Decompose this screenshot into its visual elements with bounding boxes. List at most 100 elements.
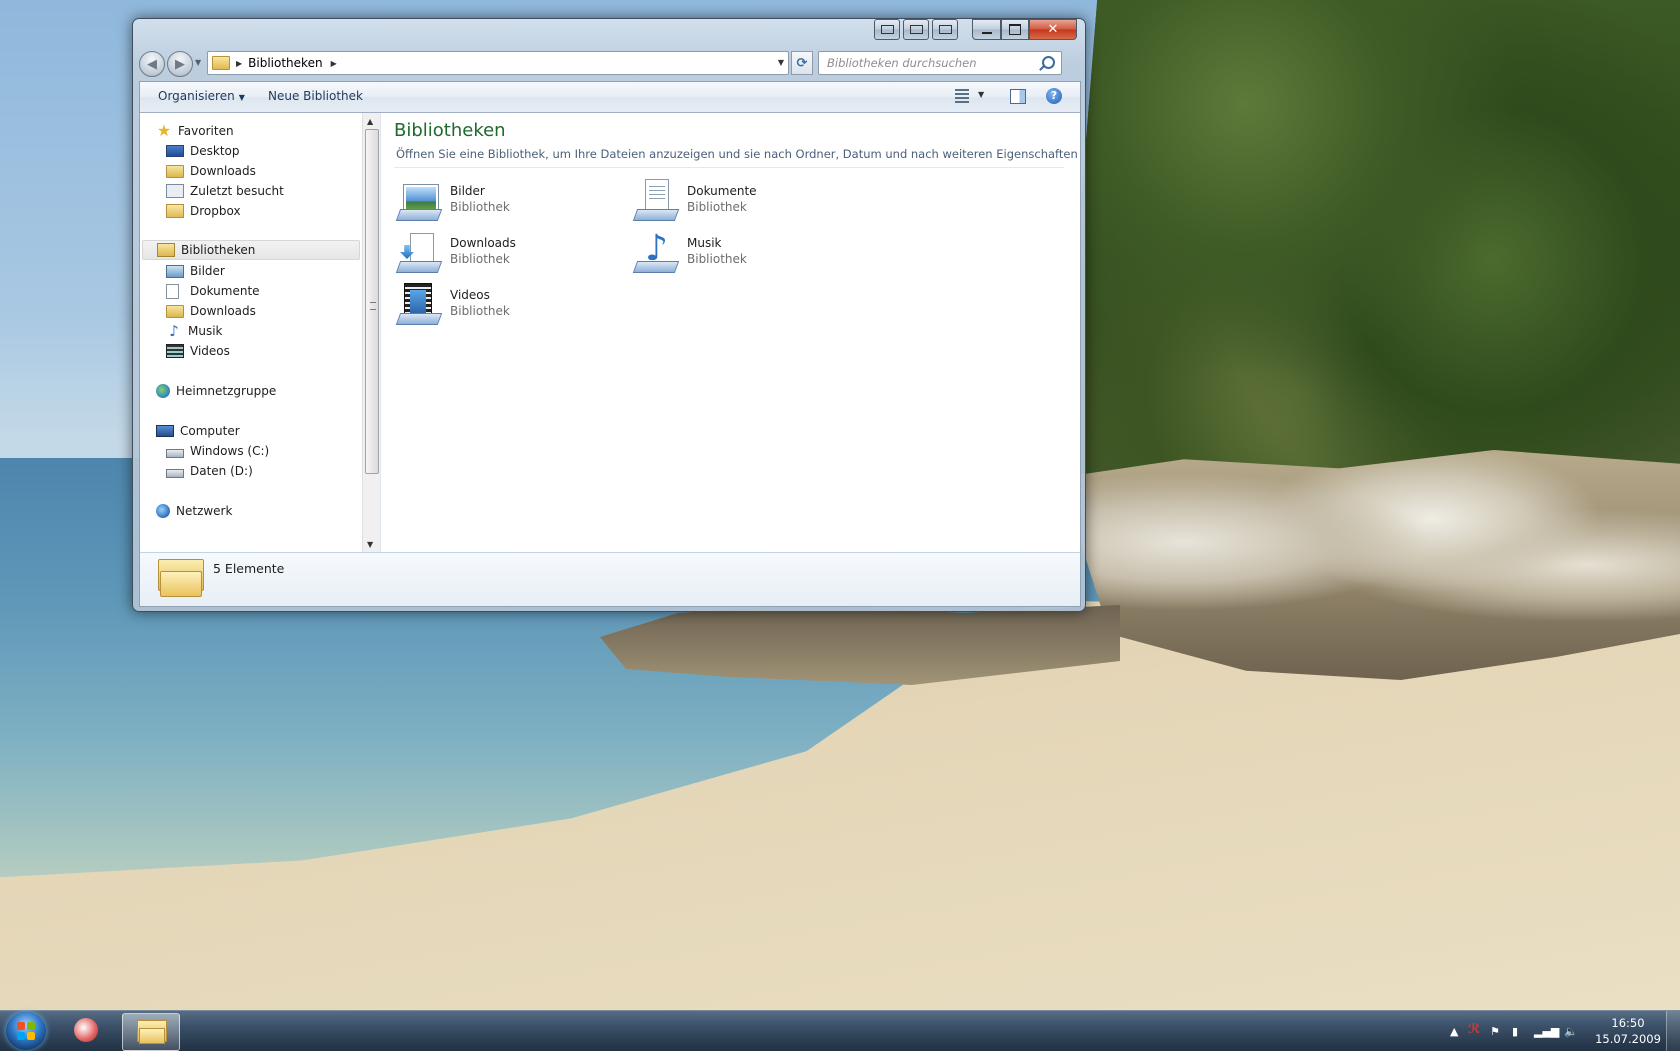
nav-item-drive-d[interactable]: Daten (D:) <box>166 461 253 481</box>
breadcrumb-chevron-icon[interactable]: ▶ <box>236 59 242 68</box>
nav-libraries[interactable]: Bibliotheken <box>142 240 360 260</box>
library-tile-documents[interactable]: Dokumente Bibliothek <box>632 177 873 227</box>
breadcrumb-libraries[interactable]: Bibliotheken <box>248 56 322 70</box>
taskbar: ▲ ℛ ⚑ ▮ ▂▄▆ 🔈 16:50 15.07.2009 <box>0 1010 1680 1051</box>
library-tile-downloads[interactable]: Downloads Bibliothek <box>395 229 636 279</box>
recent-pages-dropdown[interactable]: ▼ <box>195 58 201 67</box>
nav-item-desktop[interactable]: Desktop <box>166 141 240 161</box>
forward-button[interactable]: ▶ <box>167 51 193 77</box>
forward-arrow-icon: ▶ <box>175 56 185 72</box>
page-title: Bibliotheken <box>394 120 506 141</box>
explorer-frame: Organisieren ▼ Neue Bibliothek ▼ ? ★ Favo… <box>139 81 1081 607</box>
explorer-folder-icon <box>137 1020 167 1044</box>
library-tile-videos[interactable]: Videos Bibliothek <box>395 281 636 331</box>
close-icon: ✕ <box>1047 22 1059 37</box>
nav-item-documents[interactable]: Dokumente <box>166 281 260 301</box>
system-clock[interactable]: 16:50 15.07.2009 <box>1590 1015 1666 1047</box>
start-button[interactable] <box>6 1012 46 1050</box>
clock-date: 15.07.2009 <box>1595 1032 1661 1046</box>
recent-places-icon <box>166 184 184 198</box>
app-icon <box>74 1018 98 1042</box>
explorer-window[interactable]: ✕ ◀ ▶ ▼ ▶ Bibliotheken ▶ ▼ ⟳ Bibliotheke… <box>132 18 1086 612</box>
nav-favorites[interactable]: ★ Favoriten <box>156 121 234 141</box>
breadcrumb-chevron-icon[interactable]: ▶ <box>331 59 337 68</box>
libraries-folder-icon <box>158 559 204 597</box>
nav-label: Dokumente <box>190 284 260 298</box>
search-icon[interactable] <box>1042 56 1055 69</box>
nav-item-pictures[interactable]: Bilder <box>166 261 225 281</box>
nav-item-recent-places[interactable]: Zuletzt besucht <box>166 181 284 201</box>
nav-label: Videos <box>190 344 230 358</box>
refresh-icon: ⟳ <box>796 55 808 71</box>
show-desktop-button[interactable] <box>1666 1011 1680 1051</box>
notification-area: ▲ ℛ ⚑ ▮ ▂▄▆ 🔈 <box>1440 1011 1590 1051</box>
nav-homegroup[interactable]: Heimnetzgruppe <box>156 381 276 401</box>
nav-item-dropbox[interactable]: Dropbox <box>166 201 241 221</box>
clock-time: 16:50 <box>1611 1016 1645 1030</box>
taskbar-pinned-app[interactable] <box>62 1013 118 1049</box>
show-hidden-icons-arrow[interactable]: ▲ <box>1450 1025 1458 1038</box>
minimize-button[interactable] <box>972 19 1001 40</box>
close-button[interactable]: ✕ <box>1029 19 1077 40</box>
scroll-up-icon[interactable]: ▲ <box>367 117 373 126</box>
music-library-icon: ♪ <box>632 231 680 275</box>
volume-icon[interactable]: 🔈 <box>1564 1025 1578 1038</box>
organize-button[interactable]: Organisieren ▼ <box>158 89 245 103</box>
caption-extra-button-3[interactable] <box>932 19 958 40</box>
change-view-icon[interactable] <box>955 88 973 104</box>
library-tile-pictures[interactable]: Bilder Bibliothek <box>395 177 636 227</box>
nav-network[interactable]: Netzwerk <box>156 501 232 521</box>
taskbar-windows-explorer[interactable] <box>122 1013 180 1051</box>
refresh-button[interactable]: ⟳ <box>791 51 813 75</box>
scroll-down-icon[interactable]: ▼ <box>367 540 373 549</box>
address-bar[interactable]: ▶ Bibliotheken ▶ ▼ <box>207 51 789 75</box>
library-type: Bibliothek <box>450 304 510 318</box>
maximize-button[interactable] <box>1001 19 1029 40</box>
videos-library-icon <box>395 283 443 327</box>
library-type: Bibliothek <box>687 252 747 266</box>
caption-extra-button-1[interactable] <box>874 19 900 40</box>
power-icon[interactable]: ▮ <box>1512 1025 1518 1038</box>
navigation-pane-scrollbar[interactable]: ▲ ▼ <box>362 113 380 552</box>
nav-label: Zuletzt besucht <box>190 184 284 198</box>
library-type: Bibliothek <box>450 200 510 214</box>
downloads-library-icon <box>166 304 184 318</box>
back-button[interactable]: ◀ <box>139 51 165 77</box>
view-options-dropdown-icon[interactable]: ▼ <box>978 90 984 99</box>
libraries-icon <box>157 243 175 257</box>
new-library-button[interactable]: Neue Bibliothek <box>268 89 363 103</box>
nav-label: Bibliotheken <box>181 243 256 257</box>
nav-label: Dropbox <box>190 204 241 218</box>
wallpaper-rocks <box>1060 450 1680 680</box>
data-drive-icon <box>166 469 184 478</box>
new-library-label: Neue Bibliothek <box>268 89 363 103</box>
action-center-flag-icon[interactable]: ⚑ <box>1490 1025 1500 1038</box>
nav-item-drive-c[interactable]: Windows (C:) <box>166 441 269 461</box>
organize-label: Organisieren <box>158 89 235 103</box>
desktop-icon <box>166 145 184 157</box>
nav-item-downloads[interactable]: Downloads <box>166 161 256 181</box>
nav-item-music[interactable]: ♪ Musik <box>166 321 222 341</box>
caption-extra-button-2[interactable] <box>903 19 929 40</box>
nav-label: Desktop <box>190 144 240 158</box>
antivirus-icon[interactable]: ℛ <box>1468 1022 1480 1037</box>
network-icon <box>156 504 170 518</box>
music-library-icon: ♪ <box>169 322 179 340</box>
dropbox-folder-icon <box>166 204 184 218</box>
nav-item-videos[interactable]: Videos <box>166 341 230 361</box>
nav-label: Downloads <box>190 304 256 318</box>
homegroup-icon <box>156 384 170 398</box>
help-icon[interactable]: ? <box>1046 88 1062 104</box>
search-placeholder[interactable]: Bibliotheken durchsuchen <box>827 56 977 70</box>
library-name: Musik <box>687 236 722 250</box>
nav-item-downloads-library[interactable]: Downloads <box>166 301 256 321</box>
address-history-dropdown-icon[interactable]: ▼ <box>778 58 784 67</box>
library-name: Dokumente <box>687 184 757 198</box>
network-signal-icon[interactable]: ▂▄▆ <box>1534 1025 1559 1038</box>
preview-pane-icon[interactable] <box>1010 89 1026 104</box>
nav-label: Computer <box>180 424 240 438</box>
nav-computer[interactable]: Computer <box>156 421 240 441</box>
library-tile-music[interactable]: ♪ Musik Bibliothek <box>632 229 873 279</box>
scrollbar-thumb[interactable] <box>365 129 379 474</box>
search-box[interactable]: Bibliotheken durchsuchen <box>818 51 1062 75</box>
